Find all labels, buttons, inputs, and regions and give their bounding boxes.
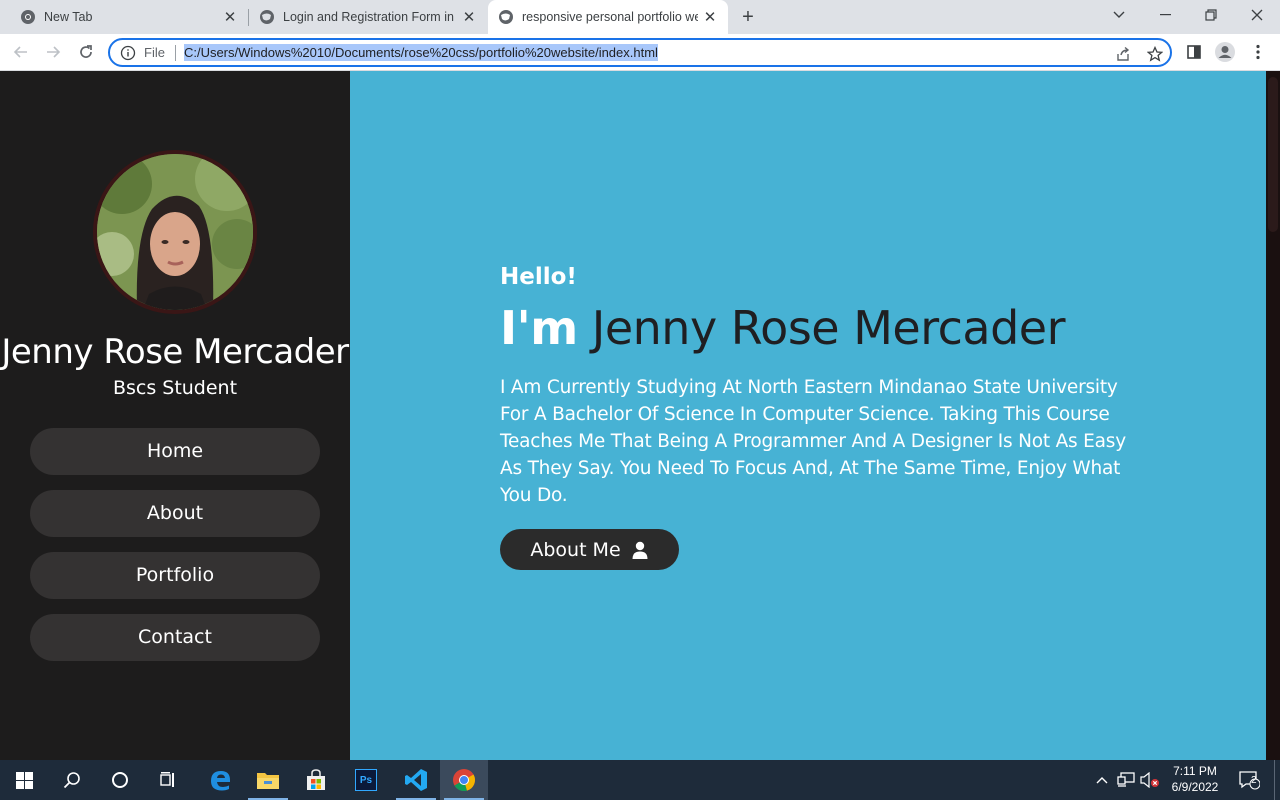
- file-explorer-icon[interactable]: [244, 760, 292, 800]
- address-bar[interactable]: File C:/Users/Windows%2010/Documents/ros…: [108, 38, 1172, 67]
- cortana-icon[interactable]: [96, 760, 144, 800]
- vscode-icon[interactable]: [392, 760, 440, 800]
- url-text[interactable]: C:/Users/Windows%2010/Documents/rose%20c…: [183, 44, 658, 61]
- share-icon[interactable]: [1114, 45, 1132, 63]
- windows-taskbar: Ps 7:11 PM 6/9/2022 2: [0, 760, 1280, 800]
- edge-icon[interactable]: [196, 760, 244, 800]
- avatar: [93, 150, 257, 314]
- hero-headline: I'm Jenny Rose Mercader: [500, 301, 1066, 355]
- hero-im: I'm: [500, 301, 578, 355]
- new-tab-button[interactable]: +: [737, 6, 759, 28]
- photoshop-label: Ps: [355, 769, 377, 791]
- tab-title: Login and Registration Form in H: [283, 10, 457, 24]
- forward-icon[interactable]: [40, 39, 66, 65]
- globe-icon: [260, 10, 274, 24]
- task-view-icon[interactable]: [144, 760, 192, 800]
- close-icon[interactable]: ✕: [222, 9, 238, 26]
- sidebar-nav: Home About Portfolio Contact: [30, 428, 320, 676]
- hero-bio: I Am Currently Studying At North Eastern…: [500, 377, 1126, 506]
- tab-search-icon[interactable]: [1096, 0, 1142, 30]
- restore-icon[interactable]: [1188, 0, 1234, 30]
- notification-count: 2: [1251, 775, 1257, 786]
- search-icon[interactable]: [48, 760, 96, 800]
- nav-contact-button[interactable]: Contact: [30, 614, 320, 661]
- reload-icon[interactable]: [73, 39, 99, 65]
- close-window-icon[interactable]: [1234, 0, 1280, 30]
- browser-toolbar: File C:/Users/Windows%2010/Documents/ros…: [0, 34, 1280, 71]
- tab-portfolio[interactable]: responsive personal portfolio we ✕: [488, 0, 728, 34]
- volume-muted-icon[interactable]: [1139, 760, 1161, 800]
- side-panel-icon[interactable]: [1181, 39, 1207, 65]
- menu-icon[interactable]: [1245, 39, 1271, 65]
- globe-icon: [499, 10, 513, 24]
- hero-name: Jenny Rose Mercader: [591, 301, 1066, 355]
- star-icon[interactable]: [1146, 45, 1164, 63]
- tab-login-registration[interactable]: Login and Registration Form in H ✕: [249, 0, 487, 34]
- nav-about-button[interactable]: About: [30, 490, 320, 537]
- about-me-button[interactable]: About Me: [500, 529, 679, 570]
- chrome-taskbar-icon[interactable]: [440, 760, 488, 800]
- tab-title: New Tab: [44, 10, 93, 24]
- store-icon[interactable]: [292, 760, 340, 800]
- close-icon[interactable]: ✕: [702, 9, 718, 26]
- clock-date: 6/9/2022: [1171, 780, 1219, 794]
- sidebar: Jenny Rose Mercader Bscs Student Home Ab…: [0, 71, 350, 760]
- scheme-label: File: [144, 45, 165, 60]
- nav-home-button[interactable]: Home: [30, 428, 320, 475]
- profile-role: Bscs Student: [112, 377, 238, 399]
- profile-photo: [97, 154, 253, 310]
- tab-strip: New Tab ✕ Login and Registration Form in…: [0, 0, 1280, 34]
- scrollbar-thumb[interactable]: [1268, 77, 1278, 232]
- hero-section: Hello! I'm Jenny Rose Mercader I Am Curr…: [350, 71, 1266, 760]
- hero-greeting: Hello!: [500, 264, 577, 290]
- show-hidden-icons-chevron-icon[interactable]: [1092, 760, 1112, 800]
- profile-icon[interactable]: [1212, 39, 1238, 65]
- back-icon[interactable]: [8, 39, 34, 65]
- network-icon[interactable]: [1115, 760, 1137, 800]
- omnibox-divider: [174, 44, 176, 61]
- minimize-icon[interactable]: [1142, 0, 1188, 30]
- show-desktop-button[interactable]: [1274, 760, 1275, 800]
- tab-new-tab[interactable]: New Tab ✕: [0, 0, 248, 34]
- user-icon: [632, 541, 648, 559]
- page-viewport: Jenny Rose Mercader Bscs Student Home Ab…: [0, 71, 1280, 760]
- tab-title: responsive personal portfolio we: [522, 10, 698, 24]
- photoshop-icon[interactable]: Ps: [342, 760, 390, 800]
- action-center-icon[interactable]: 2: [1234, 760, 1264, 800]
- about-me-label: About Me: [530, 538, 621, 561]
- nav-portfolio-button[interactable]: Portfolio: [30, 552, 320, 599]
- info-icon[interactable]: [120, 45, 136, 61]
- profile-name: Jenny Rose Mercader: [1, 332, 349, 372]
- system-clock[interactable]: 7:11 PM 6/9/2022: [1162, 763, 1228, 795]
- page-scrollbar[interactable]: [1266, 71, 1280, 760]
- clock-time: 7:11 PM: [1173, 764, 1217, 778]
- chrome-icon: [21, 10, 35, 24]
- close-icon[interactable]: ✕: [461, 9, 477, 26]
- windows-start-icon[interactable]: [0, 760, 48, 800]
